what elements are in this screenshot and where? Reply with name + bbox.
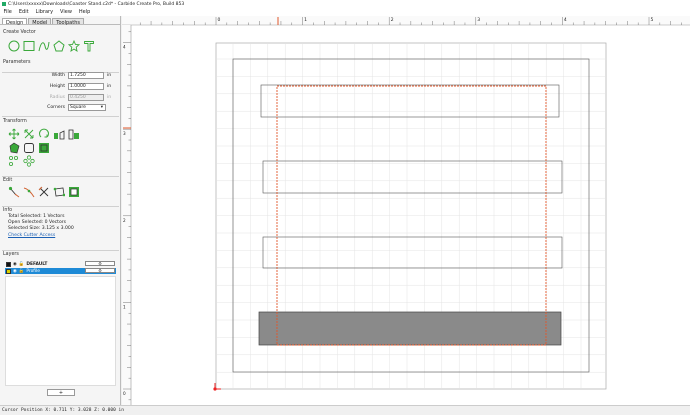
trim-icon[interactable] xyxy=(37,185,50,198)
rotate-icon[interactable] xyxy=(37,127,50,140)
move-icon[interactable] xyxy=(7,127,20,140)
offset-icon[interactable] xyxy=(7,141,20,154)
circle-tool-icon[interactable] xyxy=(7,39,20,52)
menu-bar: File Edit Library View Help xyxy=(0,8,690,16)
radius-row: Radius 0.4250 in xyxy=(2,94,111,101)
layers-list-empty-area xyxy=(5,276,116,386)
info-title: Info xyxy=(3,208,13,213)
top-ruler-label: 0 xyxy=(218,17,221,23)
check-cutter-access-link[interactable]: Check Cutter Access xyxy=(8,233,119,239)
gear-icon: ⚙ xyxy=(98,268,102,273)
top-ruler-label: 5 xyxy=(651,17,654,23)
corners-row: Corners Square ▾ xyxy=(2,104,106,111)
height-field[interactable]: 1.0000 xyxy=(68,83,104,90)
radius-field[interactable]: 0.4250 xyxy=(68,94,104,101)
add-layer-button[interactable]: + xyxy=(47,389,75,396)
array-icon[interactable] xyxy=(7,154,20,167)
tab-design[interactable]: Design xyxy=(2,18,28,26)
layer-settings-button[interactable]: ⚙ xyxy=(85,261,115,266)
layer-color-swatch[interactable] xyxy=(6,268,11,274)
tab-toolpaths[interactable]: Toolpaths xyxy=(52,18,84,26)
pocket-vector-bottom[interactable] xyxy=(258,311,562,346)
side-ruler-label: 0 xyxy=(123,391,126,396)
tab-bar: Design Model Toolpaths xyxy=(0,16,120,26)
corners-label: Corners xyxy=(47,105,65,110)
cursor-position-text: Cursor Position X: 0.711 Y: 3.028 Z: 0.0… xyxy=(2,408,124,413)
mirror-icon[interactable] xyxy=(52,127,65,140)
radius-unit: in xyxy=(107,95,112,100)
window-title: C:\Users\xxxxx\Downloads\Coaster Stand.c… xyxy=(8,1,185,7)
gear-icon: ⚙ xyxy=(98,261,102,266)
info-section: Info Total Selected: 1 Vectors Open Sele… xyxy=(2,207,119,251)
radius-label: Radius xyxy=(49,95,65,100)
corners-value: Square xyxy=(70,105,86,110)
layer-name-profile: Profile xyxy=(26,268,40,274)
left-ruler xyxy=(122,25,131,405)
width-field[interactable]: 1.7250 xyxy=(68,72,104,79)
app-icon xyxy=(2,2,6,6)
edit-title: Edit xyxy=(3,178,13,183)
node-edit-icon[interactable] xyxy=(7,185,20,198)
menu-help[interactable]: Help xyxy=(75,9,93,15)
boolean-icon[interactable] xyxy=(37,141,50,154)
rectangle-tool-icon[interactable] xyxy=(22,39,35,52)
top-ruler-label: 4 xyxy=(564,17,567,23)
tab-model[interactable]: Model xyxy=(28,18,52,26)
transform-title: Transform xyxy=(3,119,27,124)
height-unit: in xyxy=(107,84,112,89)
menu-view[interactable]: View xyxy=(57,9,76,15)
width-label: Width xyxy=(51,73,65,78)
menu-file[interactable]: File xyxy=(0,9,15,15)
canvas-svg[interactable]: 0 1 2 3 4 5 4 3 2 1 0 xyxy=(122,16,690,405)
star-tool-icon[interactable] xyxy=(67,39,80,52)
join-icon[interactable] xyxy=(52,185,65,198)
lock-icon[interactable]: 🔓 xyxy=(19,262,24,267)
chevron-down-icon: ▾ xyxy=(100,105,103,110)
side-ruler-label: 2 xyxy=(123,218,126,223)
width-unit: in xyxy=(107,73,112,78)
side-ruler-label: 4 xyxy=(123,45,126,50)
height-row: Height 1.0000 in xyxy=(2,83,111,90)
menu-edit[interactable]: Edit xyxy=(15,9,32,15)
edit-section: Edit xyxy=(2,177,119,207)
circular-array-icon[interactable] xyxy=(22,154,35,167)
left-panel: Design Model Toolpaths Create Vector Par… xyxy=(0,16,121,405)
text-tool-icon[interactable] xyxy=(82,39,95,52)
eye-icon[interactable]: ◉ xyxy=(13,269,17,274)
lock-icon[interactable]: 🔓 xyxy=(19,269,24,274)
top-ruler-label: 3 xyxy=(477,17,480,23)
boundary-icon[interactable] xyxy=(67,185,80,198)
layer-settings-button[interactable]: ⚙ xyxy=(85,268,115,273)
top-ruler-label: 2 xyxy=(391,17,394,23)
layer-name-default: DEFAULT xyxy=(26,261,48,267)
scale-icon[interactable] xyxy=(22,127,35,140)
layer-color-swatch[interactable] xyxy=(6,261,11,267)
create-vector-title: Create Vector xyxy=(3,30,36,35)
align-icon[interactable] xyxy=(67,127,80,140)
side-ruler-label: 1 xyxy=(123,304,126,309)
parameters-title: Parameters xyxy=(3,60,31,65)
menu-library[interactable]: Library xyxy=(32,9,56,15)
layer-row-profile[interactable]: ◉ 🔓 Profile ⚙ xyxy=(5,268,116,274)
top-ruler xyxy=(122,16,690,25)
layers-title: Layers xyxy=(3,252,19,257)
polygon-tool-icon[interactable] xyxy=(52,39,65,52)
smooth-icon[interactable] xyxy=(22,185,35,198)
transform-section: Transform xyxy=(2,118,119,177)
side-ruler-label: 3 xyxy=(123,131,126,136)
layer-row-default[interactable]: ◉ 🔓 DEFAULT ⚙ xyxy=(5,261,116,267)
width-row: Width 1.7250 in xyxy=(2,72,111,79)
design-canvas[interactable]: 0 1 2 3 4 5 4 3 2 1 0 xyxy=(122,16,690,405)
corners-select[interactable]: Square ▾ xyxy=(68,104,106,111)
status-bar: Cursor Position X: 0.711 Y: 3.028 Z: 0.0… xyxy=(0,405,690,414)
curve-tool-icon[interactable] xyxy=(37,39,50,52)
eye-icon[interactable]: ◉ xyxy=(13,262,17,267)
top-ruler-label: 1 xyxy=(304,17,307,23)
fillet-icon[interactable] xyxy=(22,141,35,154)
title-bar: C:\Users\xxxxx\Downloads\Coaster Stand.c… xyxy=(0,0,690,8)
height-label: Height xyxy=(49,84,65,89)
